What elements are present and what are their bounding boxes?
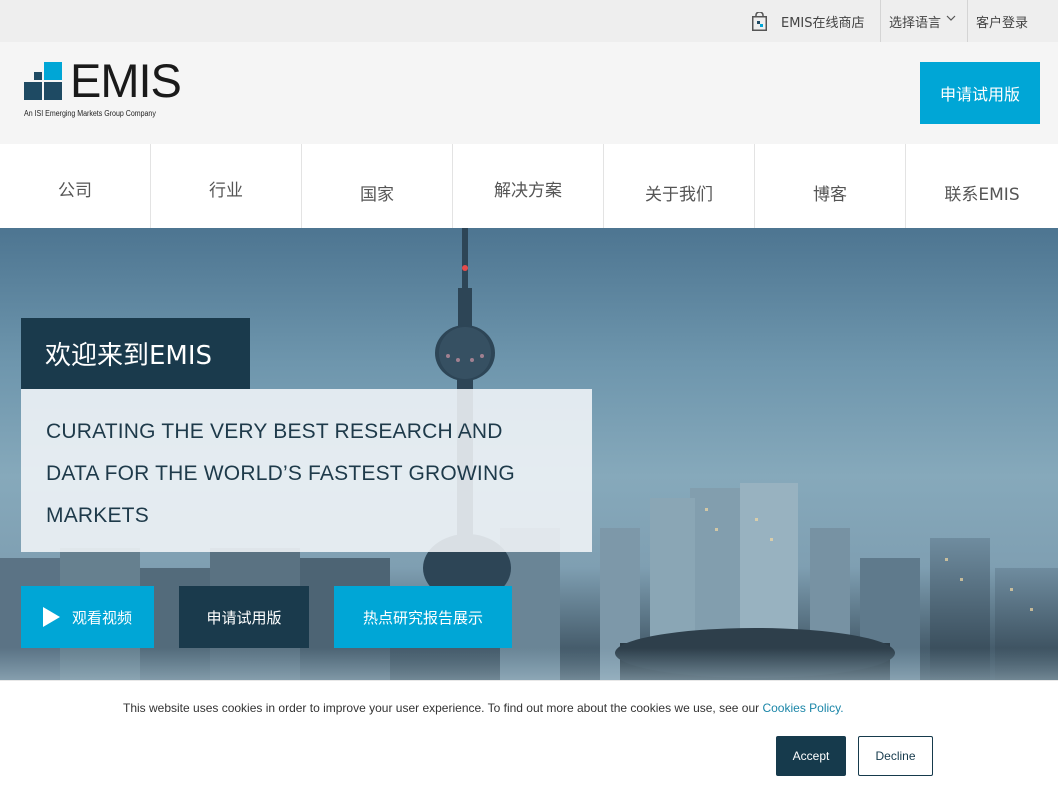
- nav-item-company[interactable]: 公司: [0, 144, 151, 228]
- tagline-line: MARKETS: [46, 504, 149, 527]
- cookie-message-period: .: [840, 701, 844, 715]
- cookie-message-text: This website uses cookies in order to im…: [123, 701, 760, 715]
- top-utility-bar: EMIS在线商店 选择语言 客户登录: [0, 0, 1058, 42]
- logo-mark-icon: [24, 62, 62, 100]
- nav-item-countries[interactable]: 国家: [302, 144, 453, 228]
- welcome-heading: 欢迎来到EMIS: [21, 318, 250, 389]
- emis-logo[interactable]: EMIS An ISI Emerging Markets Group Compa…: [24, 56, 184, 122]
- online-shop-link[interactable]: EMIS在线商店: [752, 0, 865, 42]
- nav-item-blog[interactable]: 博客: [755, 144, 906, 228]
- logo-tagline: An ISI Emerging Markets Group Company: [24, 109, 156, 118]
- nav-item-contact[interactable]: 联系EMIS: [906, 144, 1058, 228]
- language-label: 选择语言: [889, 15, 942, 31]
- topbar-divider: [967, 0, 968, 42]
- hot-reports-button[interactable]: 热点研究报告展示: [334, 586, 512, 648]
- site-header: EMIS An ISI Emerging Markets Group Compa…: [0, 42, 1058, 144]
- request-trial-button[interactable]: 申请试用版: [920, 62, 1040, 124]
- watch-video-button[interactable]: 观看视频: [21, 586, 154, 648]
- shopping-bag-icon: [752, 11, 767, 31]
- nav-item-industries[interactable]: 行业: [151, 144, 302, 228]
- chevron-down-icon: [946, 15, 956, 21]
- client-login-link[interactable]: 客户登录: [976, 0, 1028, 42]
- accept-cookies-button[interactable]: Accept: [776, 736, 846, 776]
- hero-request-trial-button[interactable]: 申请试用版: [179, 586, 309, 648]
- topbar-divider: [880, 0, 881, 42]
- logo-wordmark: EMIS: [70, 54, 182, 107]
- watch-video-label: 观看视频: [71, 608, 132, 627]
- play-icon: [42, 607, 60, 627]
- online-shop-label: EMIS在线商店: [781, 15, 865, 31]
- client-login-label: 客户登录: [976, 15, 1029, 31]
- cookies-policy-link[interactable]: Cookies Policy: [762, 701, 840, 715]
- nav-item-about-us[interactable]: 关于我们: [604, 144, 755, 228]
- language-selector[interactable]: 选择语言: [889, 0, 956, 42]
- hero-banner: 欢迎来到EMIS CURATING THE VERY BEST RESEARCH…: [0, 228, 1058, 680]
- decline-cookies-button[interactable]: Decline: [858, 736, 933, 776]
- main-navigation: 公司 行业 国家 解决方案 关于我们 博客 联系EMIS: [0, 144, 1058, 228]
- tagline-line: DATA FOR THE WORLD’S FASTEST GROWING: [46, 462, 515, 485]
- nav-item-solutions[interactable]: 解决方案: [453, 144, 604, 228]
- cookie-message: This website uses cookies in order to im…: [123, 701, 844, 715]
- cookie-banner: This website uses cookies in order to im…: [0, 680, 1058, 802]
- tagline-panel: CURATING THE VERY BEST RESEARCH AND DATA…: [21, 389, 592, 552]
- tagline-line: CURATING THE VERY BEST RESEARCH AND: [46, 420, 503, 443]
